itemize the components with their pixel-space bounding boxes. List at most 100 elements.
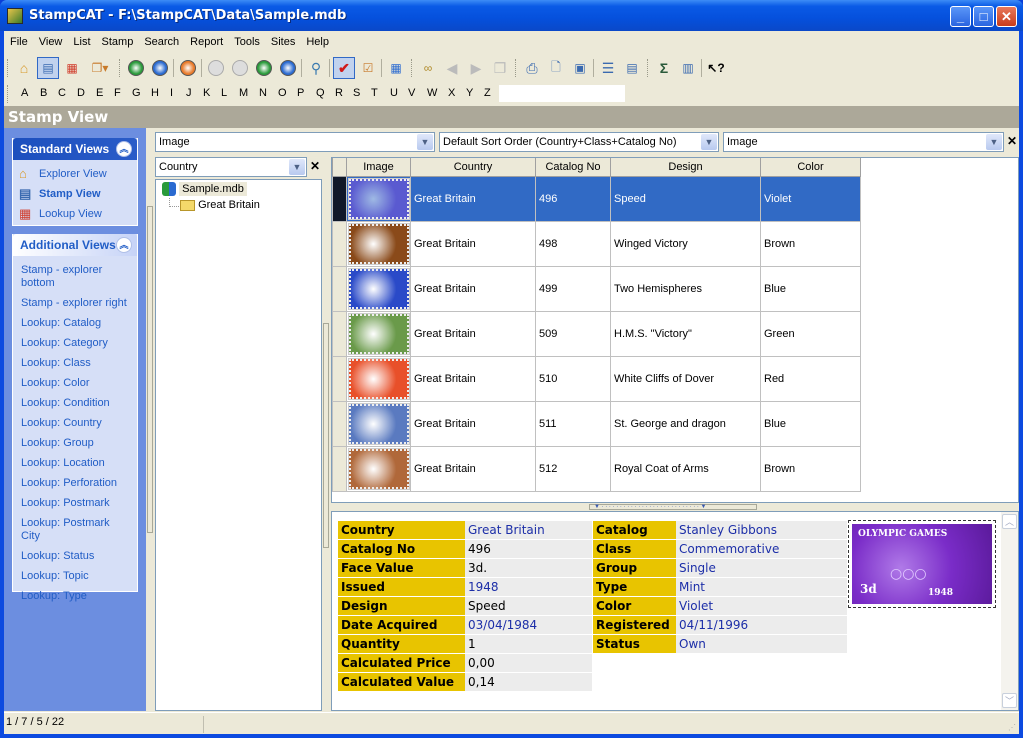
- alpha-o[interactable]: O: [278, 87, 287, 99]
- edit-icon[interactable]: [149, 57, 171, 79]
- cell-design[interactable]: St. George and dragon: [610, 400, 761, 447]
- table-row[interactable]: Great Britain 510 White Cliffs of Dover Red: [332, 355, 861, 402]
- copy-dropdown-icon[interactable]: ❐▾: [85, 57, 115, 79]
- previous-record-icon[interactable]: [229, 57, 251, 79]
- close-button[interactable]: ✕: [996, 6, 1017, 27]
- alpha-y[interactable]: Y: [466, 87, 473, 99]
- refresh-icon[interactable]: [177, 57, 199, 79]
- tree-close-icon[interactable]: ✕: [310, 159, 320, 173]
- alpha-v[interactable]: V: [408, 87, 415, 99]
- cell-catalog-no[interactable]: 496: [535, 175, 611, 222]
- alpha-g[interactable]: G: [132, 87, 141, 99]
- sidebar-item-additional-view[interactable]: Lookup: Condition: [13, 394, 137, 414]
- column-header-image[interactable]: Image: [346, 158, 411, 177]
- stamp-view-icon[interactable]: ▤: [37, 57, 59, 79]
- menu-help[interactable]: Help: [300, 33, 334, 48]
- clear-filter-close-icon[interactable]: ✕: [1007, 134, 1017, 148]
- binoculars-icon[interactable]: ∞: [417, 57, 439, 79]
- print-preview-icon[interactable]: 🗋: [545, 57, 567, 79]
- menu-file[interactable]: File: [4, 33, 33, 48]
- cell-color[interactable]: Violet: [760, 175, 861, 222]
- cell-image[interactable]: [346, 355, 411, 402]
- tree-splitter[interactable]: [323, 323, 329, 548]
- row-indicator[interactable]: [332, 265, 347, 312]
- export-icon[interactable]: ▣: [569, 57, 591, 79]
- cell-image[interactable]: [346, 310, 411, 357]
- sidebar-item-additional-view[interactable]: Lookup: Topic: [13, 567, 137, 587]
- maximize-button[interactable]: □: [973, 6, 994, 27]
- sidebar-splitter[interactable]: [147, 206, 153, 533]
- find-icon[interactable]: ⚲: [305, 57, 327, 79]
- explorer-view-icon[interactable]: ⌂: [13, 57, 35, 79]
- detail-value[interactable]: Single: [676, 559, 847, 577]
- add-icon[interactable]: [125, 57, 147, 79]
- cell-country[interactable]: Great Britain: [410, 310, 536, 357]
- sidebar-item-lookup-view[interactable]: ▦ Lookup View: [13, 204, 137, 224]
- row-indicator[interactable]: [332, 400, 347, 447]
- detail-value[interactable]: Great Britain: [465, 521, 592, 539]
- alpha-a[interactable]: A: [21, 87, 28, 99]
- menu-view[interactable]: View: [33, 33, 68, 48]
- help-pointer-icon[interactable]: ↖?: [705, 57, 727, 79]
- alpha-b[interactable]: B: [40, 87, 47, 99]
- chart-icon[interactable]: ▥: [677, 57, 699, 79]
- alpha-f[interactable]: F: [114, 87, 121, 99]
- report-icon[interactable]: ☰: [597, 57, 619, 79]
- cell-color[interactable]: Brown: [760, 220, 861, 267]
- alpha-h[interactable]: H: [151, 87, 159, 99]
- row-indicator[interactable]: [332, 220, 347, 267]
- cell-color[interactable]: Red: [760, 355, 861, 402]
- cell-image[interactable]: [346, 400, 411, 447]
- first-record-icon[interactable]: [205, 57, 227, 79]
- menu-stamp[interactable]: Stamp: [96, 33, 139, 48]
- sum-icon[interactable]: Σ: [653, 57, 675, 79]
- sidebar-item-additional-view[interactable]: Lookup: Class: [13, 354, 137, 374]
- detail-value[interactable]: 04/11/1996: [676, 616, 847, 634]
- column-header-design[interactable]: Design: [610, 158, 761, 177]
- detail-value[interactable]: Own: [676, 635, 847, 653]
- menu-search[interactable]: Search: [138, 33, 184, 48]
- cell-catalog-no[interactable]: 509: [535, 310, 611, 357]
- detail-value[interactable]: Mint: [676, 578, 847, 596]
- cell-country[interactable]: Great Britain: [410, 220, 536, 267]
- sidebar-item-additional-view[interactable]: Stamp - explorer right: [13, 294, 137, 314]
- alpha-j[interactable]: J: [186, 87, 192, 99]
- alpha-x[interactable]: X: [448, 87, 455, 99]
- table-row[interactable]: Great Britain 499 Two Hemispheres Blue: [332, 265, 861, 312]
- alpha-e[interactable]: E: [96, 87, 103, 99]
- detail-value[interactable]: Commemorative: [676, 540, 847, 558]
- alpha-p[interactable]: P: [297, 87, 304, 99]
- sidebar-item-additional-view[interactable]: Lookup: Status: [13, 547, 137, 567]
- alpha-w[interactable]: W: [427, 87, 437, 99]
- alpha-search-input[interactable]: [499, 85, 625, 102]
- sort-order-combo[interactable]: Default Sort Order (Country+Class+Catalo…: [439, 132, 719, 152]
- menu-tools[interactable]: Tools: [228, 33, 265, 48]
- row-indicator[interactable]: [332, 175, 347, 222]
- tree-node-great-britain[interactable]: Great Britain: [180, 199, 260, 211]
- sidebar-item-additional-view[interactable]: Lookup: Postmark City: [13, 514, 137, 547]
- form-icon[interactable]: ▤: [621, 57, 643, 79]
- title-bar[interactable]: StampCAT - F:\StampCAT\Data\Sample.mdb _…: [0, 0, 1023, 31]
- column-header-country[interactable]: Country: [410, 158, 536, 177]
- next-record-icon[interactable]: [253, 57, 275, 79]
- cell-country[interactable]: Great Britain: [410, 445, 536, 492]
- cell-design[interactable]: Royal Coat of Arms: [610, 445, 761, 492]
- detail-value[interactable]: 1948: [465, 578, 592, 596]
- detail-value[interactable]: 03/04/1984: [465, 616, 592, 634]
- cell-color[interactable]: Blue: [760, 400, 861, 447]
- detail-value[interactable]: Violet: [676, 597, 847, 615]
- scroll-up-button[interactable]: ︿: [1002, 514, 1017, 529]
- cell-catalog-no[interactable]: 510: [535, 355, 611, 402]
- cell-design[interactable]: Two Hemispheres: [610, 265, 761, 312]
- chevron-down-icon[interactable]: ▼: [701, 134, 717, 150]
- menu-list[interactable]: List: [67, 33, 95, 48]
- lookup-view-icon[interactable]: ▦: [61, 57, 83, 79]
- column-header-catalog-no[interactable]: Catalog No: [535, 158, 611, 177]
- sidebar-item-additional-view[interactable]: Lookup: Color: [13, 374, 137, 394]
- cell-color[interactable]: Green: [760, 310, 861, 357]
- cell-design[interactable]: H.M.S. "Victory": [610, 310, 761, 357]
- row-indicator[interactable]: [332, 445, 347, 492]
- row-indicator[interactable]: [332, 310, 347, 357]
- column-header-color[interactable]: Color: [760, 158, 861, 177]
- cell-design[interactable]: White Cliffs of Dover: [610, 355, 761, 402]
